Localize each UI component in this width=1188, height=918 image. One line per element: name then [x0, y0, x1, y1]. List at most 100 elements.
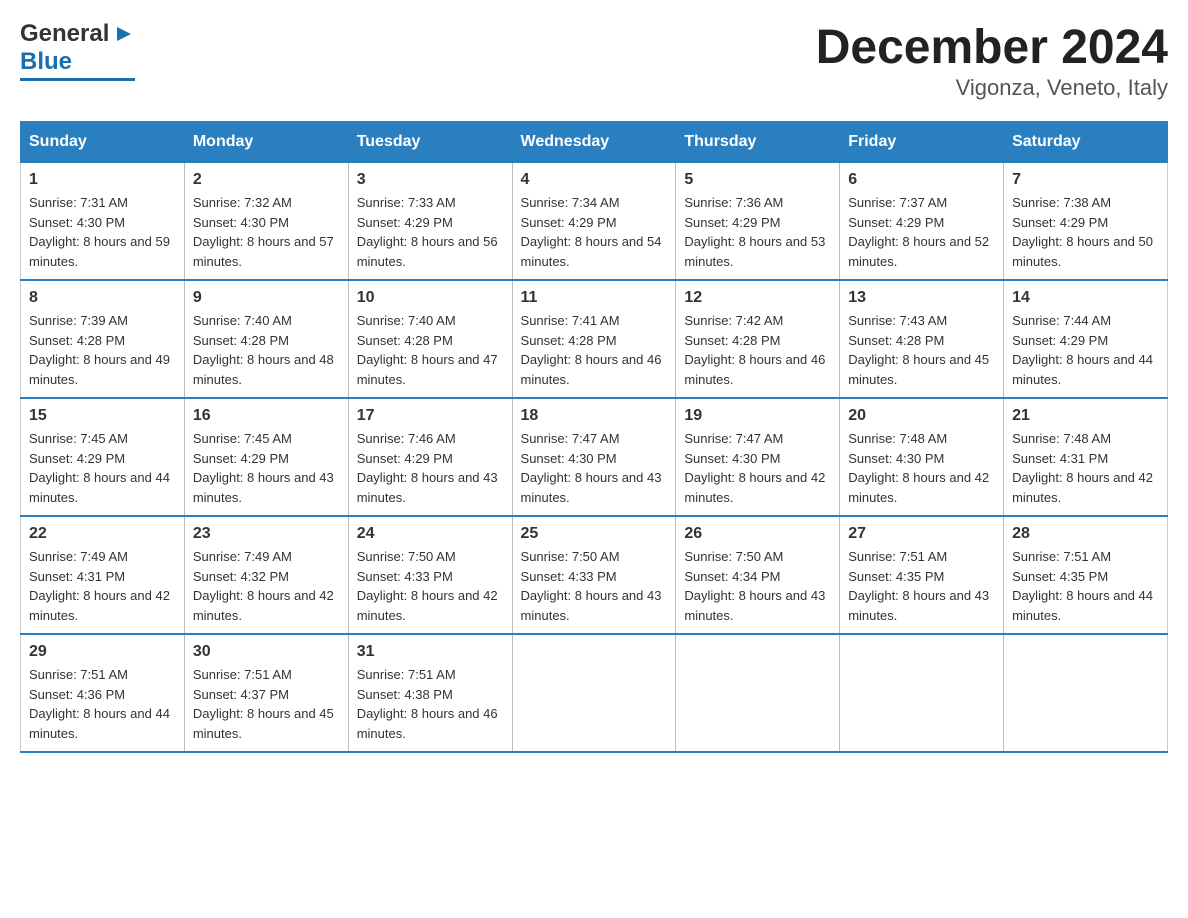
day-info: Sunrise: 7:49 AM Sunset: 4:31 PM Dayligh…: [29, 547, 176, 625]
header-row: SundayMondayTuesdayWednesdayThursdayFrid…: [21, 122, 1168, 162]
day-info: Sunrise: 7:42 AM Sunset: 4:28 PM Dayligh…: [684, 311, 831, 389]
day-cell: 4 Sunrise: 7:34 AM Sunset: 4:29 PM Dayli…: [512, 162, 676, 280]
day-cell: 2 Sunrise: 7:32 AM Sunset: 4:30 PM Dayli…: [184, 162, 348, 280]
day-info: Sunrise: 7:51 AM Sunset: 4:36 PM Dayligh…: [29, 665, 176, 743]
day-number: 11: [521, 289, 668, 307]
day-cell: 20 Sunrise: 7:48 AM Sunset: 4:30 PM Dayl…: [840, 398, 1004, 516]
day-number: 29: [29, 643, 176, 661]
calendar-title: December 2024: [816, 20, 1168, 75]
day-number: 18: [521, 407, 668, 425]
day-info: Sunrise: 7:48 AM Sunset: 4:31 PM Dayligh…: [1012, 429, 1159, 507]
day-info: Sunrise: 7:48 AM Sunset: 4:30 PM Dayligh…: [848, 429, 995, 507]
day-info: Sunrise: 7:44 AM Sunset: 4:29 PM Dayligh…: [1012, 311, 1159, 389]
day-cell: 19 Sunrise: 7:47 AM Sunset: 4:30 PM Dayl…: [676, 398, 840, 516]
day-header-saturday: Saturday: [1004, 122, 1168, 162]
calendar-table: SundayMondayTuesdayWednesdayThursdayFrid…: [20, 121, 1168, 753]
day-number: 12: [684, 289, 831, 307]
day-cell: 12 Sunrise: 7:42 AM Sunset: 4:28 PM Dayl…: [676, 280, 840, 398]
day-number: 4: [521, 171, 668, 189]
day-cell: 7 Sunrise: 7:38 AM Sunset: 4:29 PM Dayli…: [1004, 162, 1168, 280]
day-info: Sunrise: 7:38 AM Sunset: 4:29 PM Dayligh…: [1012, 193, 1159, 271]
day-cell: 17 Sunrise: 7:46 AM Sunset: 4:29 PM Dayl…: [348, 398, 512, 516]
day-cell: 15 Sunrise: 7:45 AM Sunset: 4:29 PM Dayl…: [21, 398, 185, 516]
day-number: 16: [193, 407, 340, 425]
day-number: 24: [357, 525, 504, 543]
day-cell: 6 Sunrise: 7:37 AM Sunset: 4:29 PM Dayli…: [840, 162, 1004, 280]
day-number: 1: [29, 171, 176, 189]
day-number: 9: [193, 289, 340, 307]
day-info: Sunrise: 7:47 AM Sunset: 4:30 PM Dayligh…: [684, 429, 831, 507]
day-info: Sunrise: 7:47 AM Sunset: 4:30 PM Dayligh…: [521, 429, 668, 507]
logo-icon: [113, 23, 135, 45]
week-row-4: 22 Sunrise: 7:49 AM Sunset: 4:31 PM Dayl…: [21, 516, 1168, 634]
day-number: 31: [357, 643, 504, 661]
day-cell: 29 Sunrise: 7:51 AM Sunset: 4:36 PM Dayl…: [21, 634, 185, 752]
day-cell: 3 Sunrise: 7:33 AM Sunset: 4:29 PM Dayli…: [348, 162, 512, 280]
day-info: Sunrise: 7:37 AM Sunset: 4:29 PM Dayligh…: [848, 193, 995, 271]
day-number: 8: [29, 289, 176, 307]
day-number: 26: [684, 525, 831, 543]
day-cell: 9 Sunrise: 7:40 AM Sunset: 4:28 PM Dayli…: [184, 280, 348, 398]
day-number: 19: [684, 407, 831, 425]
day-info: Sunrise: 7:39 AM Sunset: 4:28 PM Dayligh…: [29, 311, 176, 389]
logo-blue-text: Blue: [20, 48, 72, 76]
day-cell: [1004, 634, 1168, 752]
day-number: 14: [1012, 289, 1159, 307]
day-cell: [676, 634, 840, 752]
day-header-monday: Monday: [184, 122, 348, 162]
day-header-sunday: Sunday: [21, 122, 185, 162]
day-header-wednesday: Wednesday: [512, 122, 676, 162]
day-info: Sunrise: 7:49 AM Sunset: 4:32 PM Dayligh…: [193, 547, 340, 625]
day-info: Sunrise: 7:50 AM Sunset: 4:34 PM Dayligh…: [684, 547, 831, 625]
day-info: Sunrise: 7:50 AM Sunset: 4:33 PM Dayligh…: [521, 547, 668, 625]
week-row-1: 1 Sunrise: 7:31 AM Sunset: 4:30 PM Dayli…: [21, 162, 1168, 280]
day-number: 10: [357, 289, 504, 307]
day-info: Sunrise: 7:46 AM Sunset: 4:29 PM Dayligh…: [357, 429, 504, 507]
day-cell: 21 Sunrise: 7:48 AM Sunset: 4:31 PM Dayl…: [1004, 398, 1168, 516]
day-info: Sunrise: 7:34 AM Sunset: 4:29 PM Dayligh…: [521, 193, 668, 271]
day-cell: 14 Sunrise: 7:44 AM Sunset: 4:29 PM Dayl…: [1004, 280, 1168, 398]
day-number: 23: [193, 525, 340, 543]
day-cell: [840, 634, 1004, 752]
day-info: Sunrise: 7:45 AM Sunset: 4:29 PM Dayligh…: [193, 429, 340, 507]
day-number: 22: [29, 525, 176, 543]
day-number: 3: [357, 171, 504, 189]
day-info: Sunrise: 7:43 AM Sunset: 4:28 PM Dayligh…: [848, 311, 995, 389]
day-header-thursday: Thursday: [676, 122, 840, 162]
day-cell: 22 Sunrise: 7:49 AM Sunset: 4:31 PM Dayl…: [21, 516, 185, 634]
day-info: Sunrise: 7:40 AM Sunset: 4:28 PM Dayligh…: [357, 311, 504, 389]
day-cell: 24 Sunrise: 7:50 AM Sunset: 4:33 PM Dayl…: [348, 516, 512, 634]
day-info: Sunrise: 7:32 AM Sunset: 4:30 PM Dayligh…: [193, 193, 340, 271]
day-info: Sunrise: 7:51 AM Sunset: 4:37 PM Dayligh…: [193, 665, 340, 743]
day-info: Sunrise: 7:50 AM Sunset: 4:33 PM Dayligh…: [357, 547, 504, 625]
day-info: Sunrise: 7:45 AM Sunset: 4:29 PM Dayligh…: [29, 429, 176, 507]
logo-general-text: General: [20, 20, 109, 48]
day-cell: 18 Sunrise: 7:47 AM Sunset: 4:30 PM Dayl…: [512, 398, 676, 516]
day-cell: 27 Sunrise: 7:51 AM Sunset: 4:35 PM Dayl…: [840, 516, 1004, 634]
day-number: 25: [521, 525, 668, 543]
day-number: 28: [1012, 525, 1159, 543]
logo-blue-row: Blue: [20, 48, 135, 76]
day-header-friday: Friday: [840, 122, 1004, 162]
logo-underline: [20, 78, 135, 81]
day-cell: [512, 634, 676, 752]
day-cell: 5 Sunrise: 7:36 AM Sunset: 4:29 PM Dayli…: [676, 162, 840, 280]
day-cell: 31 Sunrise: 7:51 AM Sunset: 4:38 PM Dayl…: [348, 634, 512, 752]
day-info: Sunrise: 7:51 AM Sunset: 4:35 PM Dayligh…: [1012, 547, 1159, 625]
week-row-2: 8 Sunrise: 7:39 AM Sunset: 4:28 PM Dayli…: [21, 280, 1168, 398]
day-number: 6: [848, 171, 995, 189]
day-info: Sunrise: 7:36 AM Sunset: 4:29 PM Dayligh…: [684, 193, 831, 271]
day-cell: 13 Sunrise: 7:43 AM Sunset: 4:28 PM Dayl…: [840, 280, 1004, 398]
week-row-5: 29 Sunrise: 7:51 AM Sunset: 4:36 PM Dayl…: [21, 634, 1168, 752]
day-info: Sunrise: 7:40 AM Sunset: 4:28 PM Dayligh…: [193, 311, 340, 389]
day-cell: 28 Sunrise: 7:51 AM Sunset: 4:35 PM Dayl…: [1004, 516, 1168, 634]
week-row-3: 15 Sunrise: 7:45 AM Sunset: 4:29 PM Dayl…: [21, 398, 1168, 516]
day-cell: 10 Sunrise: 7:40 AM Sunset: 4:28 PM Dayl…: [348, 280, 512, 398]
day-info: Sunrise: 7:33 AM Sunset: 4:29 PM Dayligh…: [357, 193, 504, 271]
day-info: Sunrise: 7:41 AM Sunset: 4:28 PM Dayligh…: [521, 311, 668, 389]
day-number: 20: [848, 407, 995, 425]
day-cell: 8 Sunrise: 7:39 AM Sunset: 4:28 PM Dayli…: [21, 280, 185, 398]
day-number: 13: [848, 289, 995, 307]
day-cell: 26 Sunrise: 7:50 AM Sunset: 4:34 PM Dayl…: [676, 516, 840, 634]
calendar-subtitle: Vigonza, Veneto, Italy: [816, 75, 1168, 101]
